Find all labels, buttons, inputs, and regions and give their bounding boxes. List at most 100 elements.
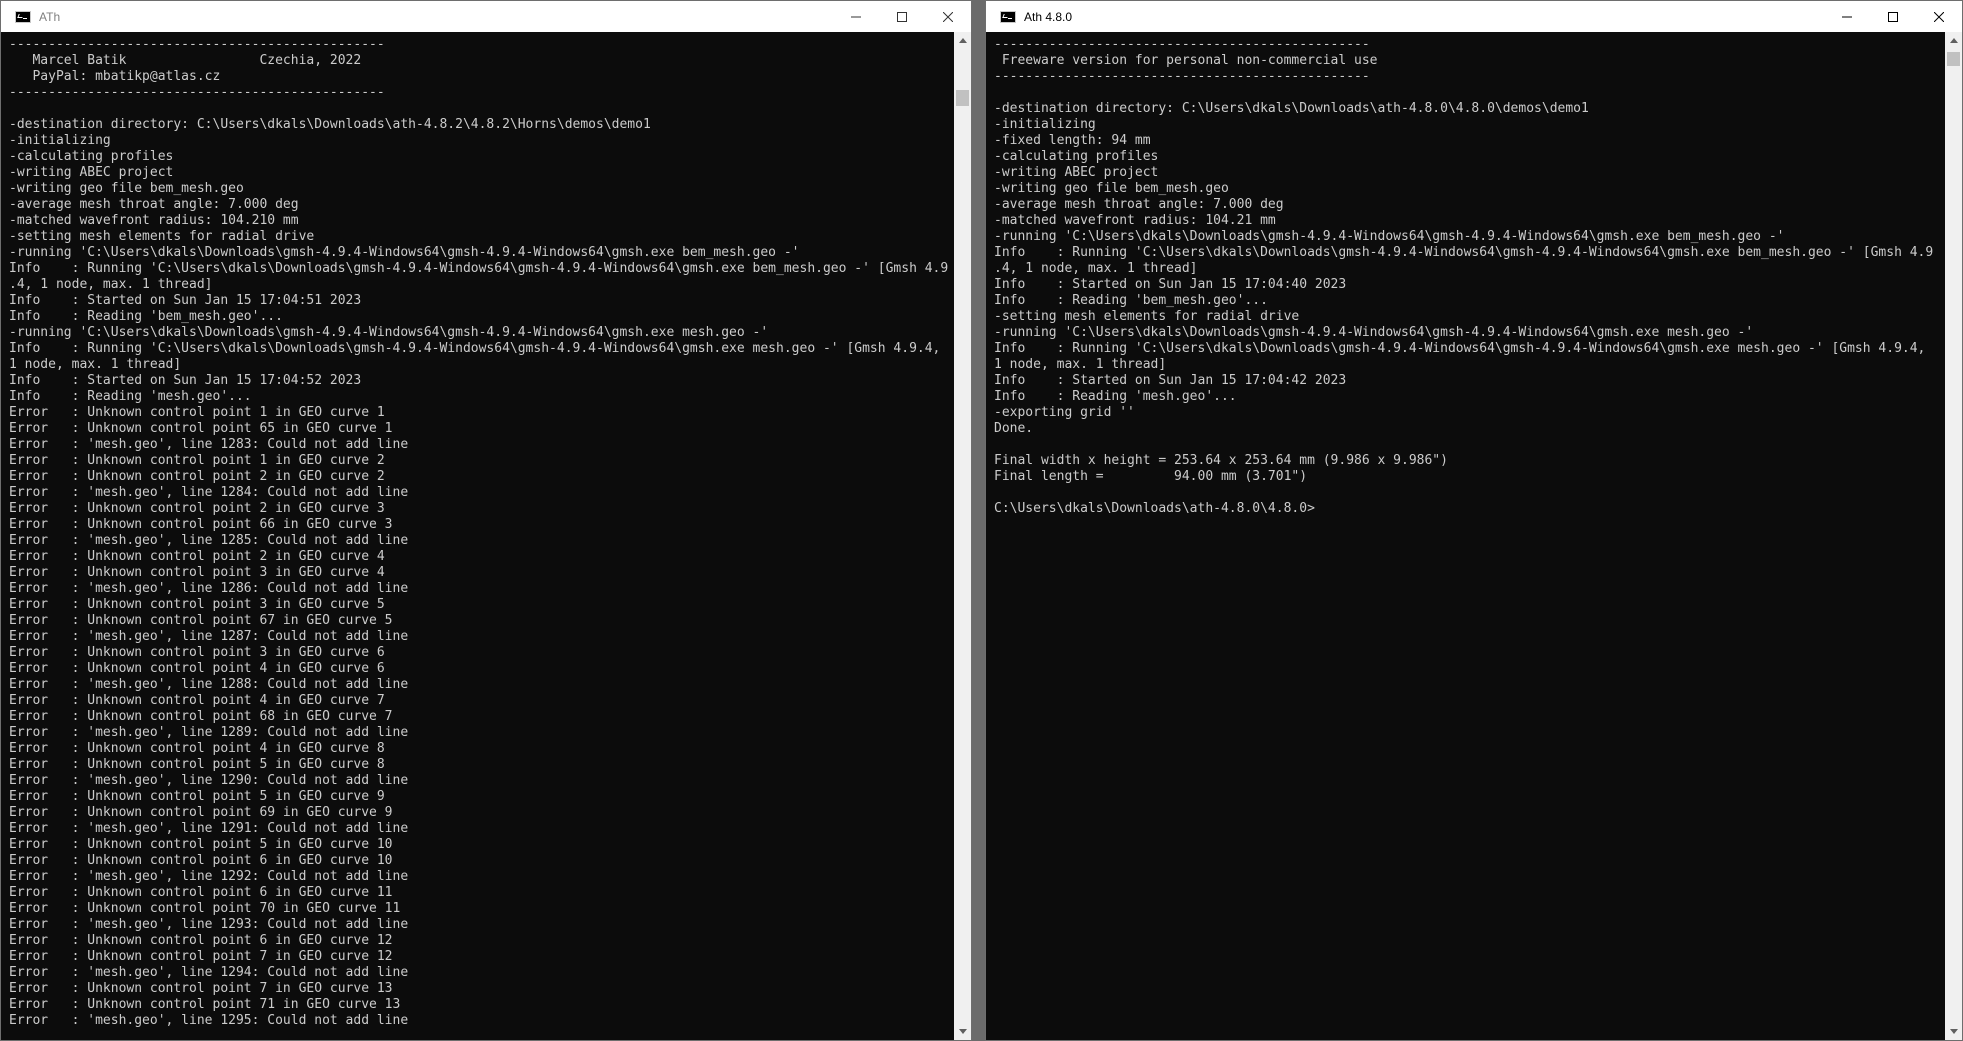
minimize-icon [851, 16, 861, 17]
console-line: Error : Unknown control point 1 in GEO c… [9, 453, 385, 468]
console-line: Error : Unknown control point 1 in GEO c… [9, 405, 385, 420]
scrollbar-thumb[interactable] [956, 90, 969, 106]
console-line: Error : Unknown control point 66 in GEO … [9, 517, 393, 532]
console-line: -average mesh throat angle: 7.000 deg [9, 197, 299, 212]
console-line: Error : Unknown control point 6 in GEO c… [9, 853, 393, 868]
console-line: Error : Unknown control point 3 in GEO c… [9, 645, 385, 660]
console-line: Info : Reading 'bem_mesh.geo'... [9, 309, 283, 324]
window-controls [1824, 1, 1962, 32]
scroll-down-button[interactable] [954, 1023, 971, 1040]
console-line: -writing geo file bem_mesh.geo [9, 181, 244, 196]
console-line: Freeware version for personal non-commer… [994, 53, 1378, 68]
console-app-icon [15, 10, 31, 23]
console-line: Error : Unknown control point 2 in GEO c… [9, 501, 385, 516]
scroll-down-button[interactable] [1945, 1023, 1962, 1040]
console-line: -calculating profiles [9, 149, 174, 164]
scroll-up-button[interactable] [1945, 32, 1962, 49]
console-line: ----------------------------------------… [9, 85, 385, 100]
console-line: -matched wavefront radius: 104.21 mm [994, 213, 1276, 228]
console-line: -exporting grid '' [994, 405, 1135, 420]
console-line: .4, 1 node, max. 1 thread] [994, 261, 1198, 276]
console-window-right[interactable]: Ath 4.8.0 ------------------------------… [985, 0, 1963, 1041]
console-line: -matched wavefront radius: 104.210 mm [9, 213, 299, 228]
minimize-button[interactable] [833, 1, 879, 32]
console-line: Error : Unknown control point 5 in GEO c… [9, 789, 385, 804]
console-line: -running 'C:\Users\dkals\Downloads\gmsh-… [9, 245, 800, 260]
console-line: Info : Started on Sun Jan 15 17:04:52 20… [9, 373, 362, 388]
console-line: Error : 'mesh.geo', line 1293: Could not… [9, 917, 409, 932]
console-line: Info : Running 'C:\Users\dkals\Downloads… [9, 341, 941, 356]
scrollbar-thumb[interactable] [1947, 52, 1960, 66]
console-line: -setting mesh elements for radial drive [9, 229, 315, 244]
console-line: Error : Unknown control point 65 in GEO … [9, 421, 393, 436]
close-button[interactable] [1916, 1, 1962, 32]
console-app-icon [1000, 10, 1016, 23]
console-line: Info : Started on Sun Jan 15 17:04:42 20… [994, 373, 1347, 388]
console-line: .4, 1 node, max. 1 thread] [9, 277, 213, 292]
console-line: Info : Running 'C:\Users\dkals\Downloads… [994, 245, 1934, 260]
window-controls [833, 1, 971, 32]
console-line: Error : 'mesh.geo', line 1285: Could not… [9, 533, 409, 548]
console-line: -running 'C:\Users\dkals\Downloads\gmsh-… [994, 325, 1754, 340]
title-bar[interactable]: Ath 4.8.0 [986, 1, 1962, 32]
console-line: Error : 'mesh.geo', line 1284: Could not… [9, 485, 409, 500]
close-icon [943, 11, 953, 22]
console-line: ----------------------------------------… [9, 37, 385, 52]
maximize-button[interactable] [1870, 1, 1916, 32]
console-line: -initializing [9, 133, 111, 148]
console-line: Error : Unknown control point 70 in GEO … [9, 901, 401, 916]
console-line: 1 node, max. 1 thread] [994, 357, 1167, 372]
console-line: Info : Started on Sun Jan 15 17:04:51 20… [9, 293, 362, 308]
maximize-button[interactable] [879, 1, 925, 32]
console-window-left[interactable]: ATh ------------------------------------… [0, 0, 972, 1041]
console-line: Error : Unknown control point 4 in GEO c… [9, 693, 385, 708]
maximize-icon [897, 11, 907, 22]
console-line: -average mesh throat angle: 7.000 deg [994, 197, 1284, 212]
console-line: 1 node, max. 1 thread] [9, 357, 182, 372]
arrow-up-icon [958, 38, 967, 43]
console-line: Error : 'mesh.geo', line 1283: Could not… [9, 437, 409, 452]
console-line: Info : Reading 'bem_mesh.geo'... [994, 293, 1268, 308]
console-line: Error : Unknown control point 6 in GEO c… [9, 933, 393, 948]
arrow-down-icon [1949, 1029, 1958, 1034]
console-line: -initializing [994, 117, 1096, 132]
console-line: Error : 'mesh.geo', line 1288: Could not… [9, 677, 409, 692]
window-title: Ath 4.8.0 [1024, 9, 1073, 24]
console-line: -fixed length: 94 mm [994, 133, 1151, 148]
console-line: -writing ABEC project [9, 165, 174, 180]
close-icon [1934, 11, 1944, 22]
console-line: C:\Users\dkals\Downloads\ath-4.8.0\4.8.0… [994, 501, 1315, 516]
console-line: ----------------------------------------… [994, 37, 1370, 52]
vertical-scrollbar[interactable] [954, 32, 971, 1040]
minimize-button[interactable] [1824, 1, 1870, 32]
title-bar[interactable]: ATh [1, 1, 971, 32]
console-line: Error : Unknown control point 7 in GEO c… [9, 949, 393, 964]
console-line: Error : 'mesh.geo', line 1287: Could not… [9, 629, 409, 644]
vertical-scrollbar[interactable] [1945, 32, 1962, 1040]
console-line: Info : Started on Sun Jan 15 17:04:40 20… [994, 277, 1347, 292]
console-line: -setting mesh elements for radial drive [994, 309, 1300, 324]
console-line: Error : Unknown control point 6 in GEO c… [9, 885, 393, 900]
console-line: Error : Unknown control point 67 in GEO … [9, 613, 393, 628]
window-title: ATh [39, 9, 61, 24]
console-line: Error : Unknown control point 7 in GEO c… [9, 981, 393, 996]
scroll-up-button[interactable] [954, 32, 971, 49]
console-line: ----------------------------------------… [994, 69, 1370, 84]
console-line: Info : Reading 'mesh.geo'... [994, 389, 1237, 404]
console-line: Final width x height = 253.64 x 253.64 m… [994, 453, 1448, 468]
console-line: Error : 'mesh.geo', line 1294: Could not… [9, 965, 409, 980]
console-output[interactable]: ----------------------------------------… [1, 32, 954, 1040]
close-button[interactable] [925, 1, 971, 32]
console-line: Error : 'mesh.geo', line 1295: Could not… [9, 1013, 409, 1028]
console-line: Marcel Batik Czechia, 2022 [9, 53, 362, 68]
minimize-icon [1842, 16, 1852, 17]
console-line: Error : Unknown control point 71 in GEO … [9, 997, 401, 1012]
console-line: PayPal: mbatikp@atlas.cz [9, 69, 221, 84]
console-line: Error : Unknown control point 4 in GEO c… [9, 661, 385, 676]
console-output[interactable]: ----------------------------------------… [986, 32, 1945, 1040]
console-line: -writing ABEC project [994, 165, 1159, 180]
console-line: Error : Unknown control point 3 in GEO c… [9, 565, 385, 580]
